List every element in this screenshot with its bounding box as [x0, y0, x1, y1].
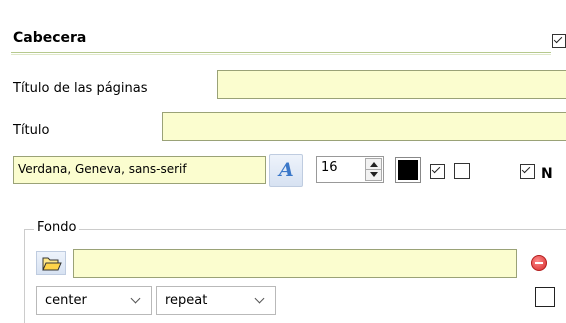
font-icon: A [279, 159, 294, 181]
spinner-buttons [365, 158, 382, 181]
option-checkbox-1[interactable] [430, 164, 445, 179]
background-fixed-checkbox[interactable] [535, 287, 555, 307]
section-title: Cabecera [13, 30, 87, 46]
page-title-input[interactable] [217, 70, 566, 99]
background-image-input[interactable] [73, 249, 517, 278]
chevron-down-icon [130, 293, 141, 304]
folder-open-button[interactable] [36, 251, 66, 275]
title-input[interactable] [162, 112, 566, 141]
page-title-label: Título de las páginas [13, 81, 148, 96]
option-checkbox-2[interactable] [454, 163, 470, 179]
title-label: Título [13, 123, 50, 138]
font-color-fill [398, 160, 418, 180]
section-divider [11, 52, 551, 53]
background-repeat-select[interactable]: repeat [156, 286, 276, 315]
spinner-divider [366, 169, 381, 170]
background-position-select[interactable]: center [36, 286, 152, 315]
background-legend: Fondo [34, 220, 80, 235]
font-family-input[interactable]: Verdana, Geneva, sans-serif [13, 156, 266, 184]
folder-open-icon [42, 257, 62, 271]
section-divider-shadow [11, 54, 551, 55]
chevron-down-icon [254, 293, 265, 304]
bold-checkbox[interactable] [520, 164, 535, 179]
header-settings-panel: Cabecera Título de las páginas Título Ve… [0, 0, 566, 323]
background-position-value: center [45, 293, 87, 308]
font-size-value: 16 [321, 160, 338, 175]
font-size-spinner[interactable]: 16 [316, 156, 384, 183]
font-picker-button[interactable]: A [269, 154, 303, 187]
arrow-down-icon[interactable] [370, 172, 378, 177]
bold-label: N [541, 166, 553, 182]
remove-icon[interactable] [531, 255, 547, 271]
background-repeat-value: repeat [165, 293, 208, 308]
font-color-swatch[interactable] [395, 157, 421, 183]
section-enable-checkbox[interactable] [552, 34, 566, 48]
arrow-up-icon[interactable] [370, 162, 378, 167]
